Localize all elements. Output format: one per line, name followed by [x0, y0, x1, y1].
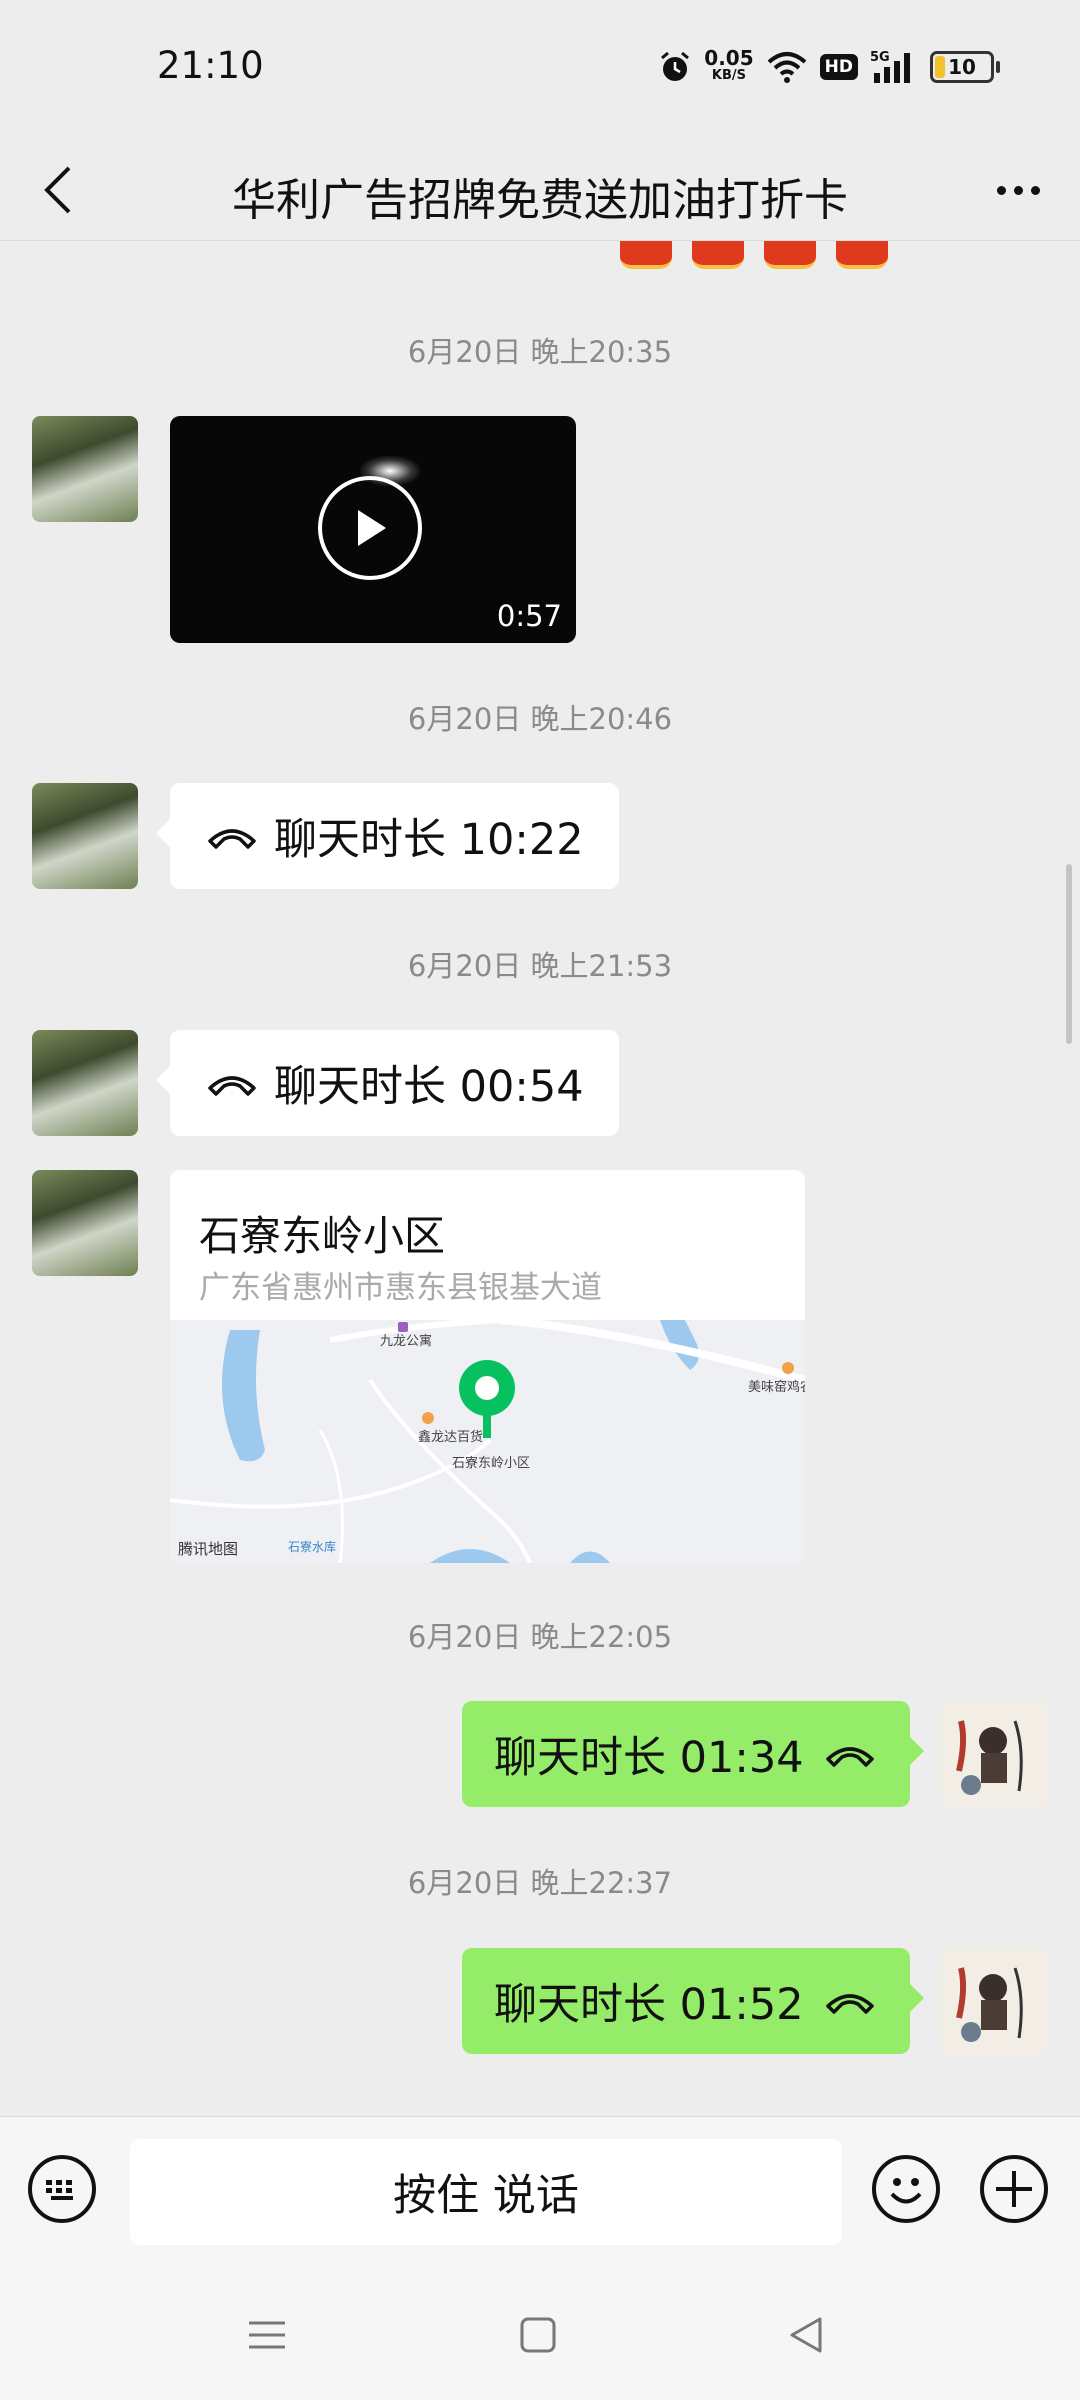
map-pin-label: 石寮东岭小区 — [452, 1456, 531, 1471]
hold-to-talk-button[interactable]: 按住 说话 — [130, 2139, 842, 2245]
phone-hangup-icon — [208, 829, 256, 849]
battery-icon: 10 — [930, 51, 994, 83]
back-nav-button[interactable] — [776, 2310, 836, 2360]
keyboard-toggle-button[interactable] — [28, 2155, 96, 2223]
call-record-message[interactable]: 聊天时长 01:34 — [462, 1701, 924, 1807]
map-graphic — [170, 1320, 805, 1563]
clock: 21:10 — [157, 44, 264, 87]
battery-tip — [996, 61, 1000, 73]
more-dots-icon — [996, 185, 1006, 195]
signal-label: 5G — [870, 50, 890, 65]
keyboard-icon — [46, 2180, 73, 2200]
map-poi-label: 鑫龙达百货 — [418, 1430, 484, 1445]
alarm-icon — [661, 51, 690, 81]
square-home-icon — [520, 2317, 556, 2353]
net-speed: 0.05 KB/S — [704, 46, 754, 85]
phone-hangup-icon — [825, 1994, 874, 2014]
call-record-message[interactable]: 聊天时长 01:52 — [462, 1948, 924, 2054]
map-poi-label: 美味窑鸡农 — [748, 1380, 805, 1395]
avatar-contact[interactable] — [32, 416, 138, 522]
timestamp: 6月20日 晚上21:53 — [407, 949, 673, 983]
call-duration-text: 聊天时长 01:34 — [494, 1733, 804, 1783]
signal-icon: 5G — [870, 50, 910, 83]
avatar-illustration — [941, 1701, 1047, 1807]
location-address: 广东省惠州市惠东县银基大道 — [199, 1270, 602, 1306]
triangle-back-icon — [790, 2317, 822, 2353]
chat-title: 华利广告招牌免费送加油打折卡 — [232, 175, 848, 226]
partial-red-packets — [620, 241, 888, 269]
location-name: 石寮东岭小区 — [199, 1212, 445, 1260]
avatar-contact[interactable] — [32, 1170, 138, 1276]
wifi-icon — [767, 52, 806, 83]
play-icon[interactable] — [318, 476, 422, 580]
status-bar: 21:10 0.05 KB/S HD 5G 10 — [0, 0, 1080, 140]
phone-hangup-icon — [208, 1076, 256, 1096]
more-functions-button[interactable] — [980, 2155, 1048, 2223]
scrollbar[interactable] — [1066, 864, 1072, 1044]
timestamp: 6月20日 晚上20:35 — [407, 335, 673, 369]
status-icons: 0.05 KB/S HD 5G 10 — [658, 46, 1000, 88]
map-poi-label: 九龙公寓 — [380, 1334, 433, 1349]
message-list[interactable]: 6月20日 晚上20:35 0:57 6月20日 晚上20:46 聊天时长 10… — [0, 241, 1080, 2115]
battery-level: 10 — [948, 55, 976, 79]
call-duration-text: 聊天时长 10:22 — [274, 815, 584, 865]
menu-nav-button[interactable] — [237, 2310, 297, 2360]
call-record-message[interactable]: 聊天时长 10:22 — [156, 783, 619, 889]
timestamp: 6月20日 晚上20:46 — [407, 702, 673, 736]
input-bar: 按住 说话 — [0, 2116, 1080, 2261]
emoji-button[interactable] — [872, 2155, 940, 2223]
call-duration-text: 聊天时长 00:54 — [274, 1062, 584, 1112]
location-message[interactable]: 石寮东岭小区 广东省惠州市惠东县银基大道 九龙公寓 美味窑鸡 鑫龙达百货 石寮东… — [170, 1170, 805, 1563]
avatar-self[interactable] — [941, 1948, 1047, 2054]
map-reservoir-label: 石寮水库 — [288, 1540, 337, 1554]
location-map: 九龙公寓 美味窑鸡农 鑫龙达百货 石寮东岭小区 腾讯地图 石寮水库 — [170, 1320, 805, 1563]
smiley-icon — [890, 2178, 922, 2204]
call-record-message[interactable]: 聊天时长 00:54 — [156, 1030, 619, 1136]
video-message[interactable]: 0:57 — [170, 416, 576, 643]
video-duration: 0:57 — [496, 599, 562, 633]
home-nav-button[interactable] — [508, 2310, 568, 2360]
system-nav-bar — [0, 2260, 1080, 2400]
more-button[interactable] — [986, 162, 1050, 218]
hd-badge: HD — [819, 54, 858, 80]
avatar-self[interactable] — [941, 1701, 1047, 1807]
menu-lines-icon — [249, 2321, 285, 2349]
timestamp: 6月20日 晚上22:05 — [407, 1620, 673, 1654]
phone-hangup-icon — [825, 1747, 874, 1767]
map-credit: 腾讯地图 — [178, 1540, 239, 1558]
avatar-contact[interactable] — [32, 783, 138, 889]
timestamp: 6月20日 晚上22:37 — [407, 1866, 673, 1900]
net-speed-value: 0.05 — [704, 46, 754, 70]
avatar-illustration — [941, 1948, 1047, 2054]
avatar-contact[interactable] — [32, 1030, 138, 1136]
chat-header: 华利广告招牌免费送加油打折卡 — [0, 140, 1080, 241]
call-duration-text: 聊天时长 01:52 — [494, 1980, 804, 2030]
